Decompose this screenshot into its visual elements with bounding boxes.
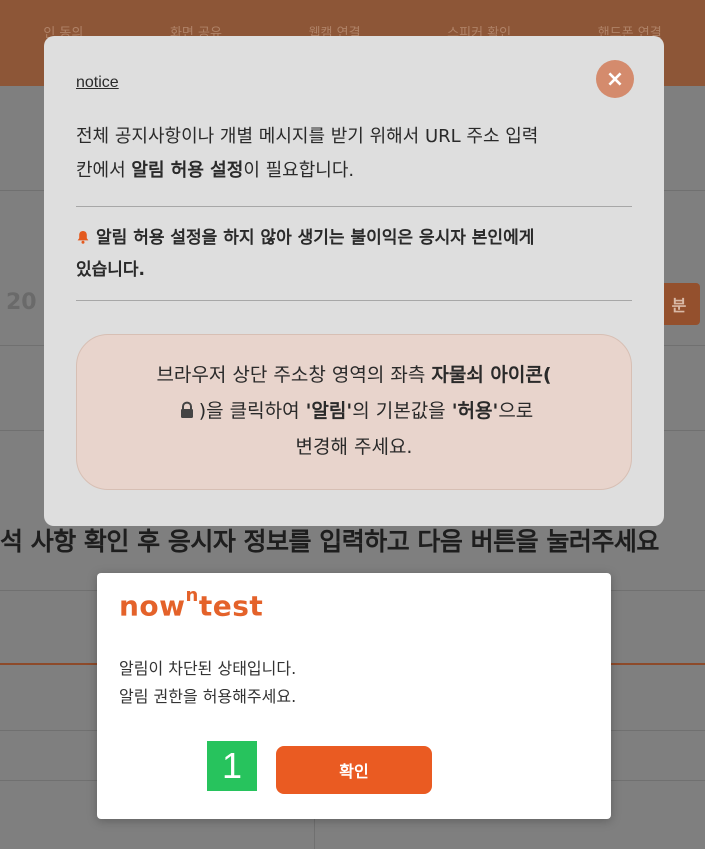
confirm-button-label: 확인	[339, 762, 369, 781]
dialog-message-line: 알림이 차단된 상태입니다.	[119, 659, 297, 678]
divider	[76, 300, 632, 301]
bell-icon	[77, 231, 89, 244]
lock-icon	[180, 401, 193, 418]
warning-message: 알림 허용 설정을 하지 않아 생기는 불이익은 응시자 본인에게 있습니다.	[76, 222, 636, 286]
confirm-button[interactable]: 확인	[276, 746, 432, 794]
guide-box: 브라우저 상단 주소창 영역의 좌측 자물쇠 아이콘( )을 클릭하여 '알림'…	[76, 334, 632, 490]
background-time-badge: 분	[658, 283, 700, 325]
dialog-message-line: 알림 권한을 허용해주세요.	[119, 687, 297, 706]
notice-modal: notice × 전체 공지사항이나 개별 메시지를 받기 위해서 URL 주소…	[44, 36, 664, 526]
warning-line: 있습니다.	[76, 260, 146, 280]
notice-line: 칸에서 알림 허용 설정이 필요합니다.	[76, 160, 355, 181]
notice-message: 전체 공지사항이나 개별 메시지를 받기 위해서 URL 주소 입력 칸에서 알…	[76, 120, 636, 188]
guide-line: )을 클릭하여 '알림'의 기본값을 '허용'으로	[77, 393, 631, 429]
background-instruction: 석 사항 확인 후 응시자 정보를 입력하고 다음 버튼을 눌러주세요	[0, 527, 659, 556]
warning-line: 알림 허용 설정을 하지 않아 생기는 불이익은 응시자 본인에게	[96, 228, 535, 248]
dialog-message: 알림이 차단된 상태입니다. 알림 권한을 허용해주세요.	[119, 655, 296, 711]
close-button[interactable]: ×	[596, 60, 634, 98]
notification-blocked-dialog: nowntest 알림이 차단된 상태입니다. 알림 권한을 허용해주세요. 1…	[97, 573, 611, 819]
brand-logo: nowntest	[119, 585, 264, 623]
notice-title: notice	[76, 74, 119, 91]
guide-line: 브라우저 상단 주소창 영역의 좌측 자물쇠 아이콘(	[156, 364, 552, 386]
divider	[76, 206, 632, 207]
notice-line: 전체 공지사항이나 개별 메시지를 받기 위해서 URL 주소 입력	[76, 126, 539, 147]
close-icon: ×	[605, 66, 625, 92]
background-number: 20	[6, 290, 37, 315]
step-number-badge: 1	[207, 741, 257, 791]
guide-line: 변경해 주세요.	[295, 436, 413, 458]
